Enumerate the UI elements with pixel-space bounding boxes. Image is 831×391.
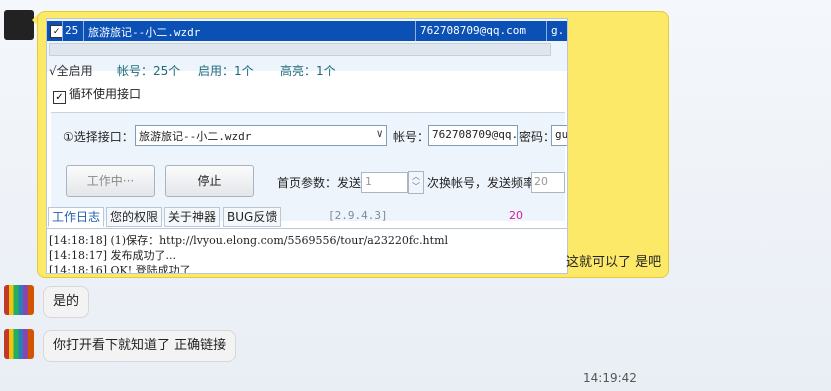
timestamp: 14:19:42 xyxy=(583,371,637,385)
horizontal-scrollbar[interactable] xyxy=(49,43,551,56)
avatar[interactable] xyxy=(4,329,34,359)
tab-bug-report[interactable]: BUG反馈 xyxy=(223,207,282,227)
tab-about[interactable]: 关于神器 xyxy=(164,207,221,227)
row-email: 762708709@qq.com xyxy=(420,24,526,37)
account-label: 帐号： xyxy=(393,130,430,144)
checkbox-icon[interactable]: ✓ xyxy=(53,91,66,104)
row-name: 旅游旅记--小二.wzdr xyxy=(88,26,201,39)
switch-label: 次换帐号，发送频率 xyxy=(427,176,536,190)
password-field[interactable]: gu xyxy=(551,125,567,146)
log-line: [14:18:16] OK! 登陆成功了 xyxy=(49,264,191,274)
row-index: 25 xyxy=(65,24,79,37)
interface-select[interactable]: 旅游旅记--小二.wzdr ∨ xyxy=(135,125,387,146)
tab-permissions[interactable]: 您的权限 xyxy=(106,207,163,227)
loop-label: 循环使用接口 xyxy=(69,87,142,101)
chevron-down-icon: ∨ xyxy=(376,127,383,140)
embedded-screenshot[interactable]: ✓ 25 旅游旅记--小二.wzdr 762708709@qq.com g. √… xyxy=(46,18,568,274)
avatar[interactable] xyxy=(4,285,34,315)
account-field[interactable]: 762708709@qq.c xyxy=(428,125,518,146)
account-row[interactable]: ✓ 25 旅游旅记--小二.wzdr 762708709@qq.com g. xyxy=(47,21,567,41)
spin-updown-icon[interactable]: ︿ ﹀ xyxy=(408,171,424,194)
send-count-input[interactable]: 1 xyxy=(361,172,408,193)
select-value: 旅游旅记--小二.wzdr xyxy=(139,130,252,143)
message-bubble: 是的 xyxy=(43,286,90,318)
row-extra: g. xyxy=(551,24,565,37)
avatar[interactable] xyxy=(4,10,34,40)
enabled-count: 启用：1个 xyxy=(198,64,254,78)
working-button[interactable]: 工作中··· xyxy=(66,165,155,197)
tab-work-log[interactable]: 工作日志 xyxy=(48,207,105,227)
select-label: ①选择接口： xyxy=(63,130,134,144)
tab-bar: 工作日志 您的权限 关于神器 BUG反馈 xyxy=(47,207,567,227)
stop-button[interactable]: 停止 xyxy=(165,165,254,197)
all-enable-link[interactable]: √全启用 xyxy=(49,62,93,79)
home-params-label: 首页参数：发送 xyxy=(277,176,362,190)
loop-checkbox[interactable]: ✓ 循环使用接口 xyxy=(53,85,141,104)
highlight-count: 高亮：1个 xyxy=(280,64,336,78)
frequency-input[interactable]: 20 xyxy=(531,172,565,193)
password-label: 密码： xyxy=(519,130,556,144)
account-count: 帐号：25个 xyxy=(117,64,181,78)
log-line: [14:18:18] (1)保存：http://lvyou.elong.com/… xyxy=(49,234,449,247)
message-bubble: 你打开看下就知道了 正确链接 xyxy=(43,330,237,362)
version-label: [2.9.4.3] xyxy=(328,209,388,222)
log-line: [14:18:17] 发布成功了... xyxy=(49,249,176,262)
message-text: 这就可以了 是吧 xyxy=(566,255,662,270)
count-label: 20 xyxy=(509,209,523,222)
work-log[interactable]: [14:18:18] (1)保存：http://lvyou.elong.com/… xyxy=(47,228,567,274)
